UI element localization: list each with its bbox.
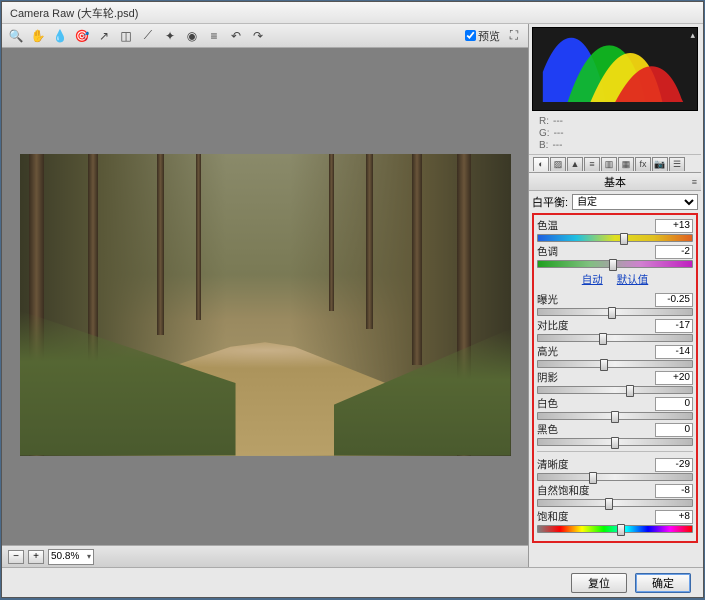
reset-button[interactable]: 复位 [571,573,627,593]
whites-input[interactable] [655,397,693,411]
saturation-label: 饱和度 [537,509,569,524]
highlights-thumb[interactable] [600,359,608,371]
exposure-label: 曝光 [537,292,558,307]
tab-basic[interactable]: ◐ [533,157,549,171]
window-title: Camera Raw (大车轮.psd) [10,5,138,21]
vibrance-thumb[interactable] [605,498,613,510]
highlights-label: 高光 [537,344,558,359]
zoom-out-button[interactable]: − [8,550,24,564]
zoom-bar: − + 50.8% [2,545,528,567]
preview-label: 预览 [478,28,500,44]
wb-label: 白平衡: [532,194,568,210]
panel-menu-icon[interactable]: ≡ [692,177,697,187]
color-sampler-icon[interactable]: 🎯 [74,28,90,44]
tint-label: 色调 [537,244,558,259]
tab-curve[interactable]: ▨ [550,157,566,171]
tab-hsl[interactable]: ≡ [584,157,600,171]
blacks-thumb[interactable] [611,437,619,449]
spot-removal-icon[interactable]: ✦ [162,28,178,44]
whites-slider[interactable] [537,412,693,420]
shadows-input[interactable] [655,371,693,385]
wb-select[interactable]: 自定 [572,194,698,210]
preview-checkbox-input[interactable] [465,30,476,41]
exposure-slider[interactable] [537,308,693,316]
clarity-label: 清晰度 [537,457,569,472]
exposure-thumb[interactable] [608,307,616,319]
tint-thumb[interactable] [609,259,617,271]
shadows-thumb[interactable] [626,385,634,397]
contrast-thumb[interactable] [599,333,607,345]
tab-lens[interactable]: ▦ [618,157,634,171]
zoom-select[interactable]: 50.8% [48,549,94,565]
blacks-label: 黑色 [537,422,558,437]
temperature-label: 色温 [537,218,558,233]
contrast-label: 对比度 [537,318,569,333]
vibrance-slider[interactable] [537,499,693,507]
rgb-readout: R:--- G:--- B:--- [529,114,701,155]
blacks-slider[interactable] [537,438,693,446]
panel-title: 基本 ≡ [529,173,701,191]
ok-button[interactable]: 确定 [635,573,691,593]
auto-link[interactable]: 自动 [582,272,603,287]
crop-tool-icon[interactable]: ◫ [118,28,134,44]
redeye-tool-icon[interactable]: ◉ [184,28,200,44]
highlights-slider[interactable] [537,360,693,368]
shadows-slider[interactable] [537,386,693,394]
zoom-in-button[interactable]: + [28,550,44,564]
tab-camera[interactable]: 📷 [652,157,668,171]
panel-tabs: ◐ ▨ ▲ ≡ ▥ ▦ fx 📷 ☰ [529,155,701,173]
exposure-input[interactable] [655,293,693,307]
tab-fx[interactable]: fx [635,157,651,171]
tab-presets[interactable]: ☰ [669,157,685,171]
canvas-area [2,48,528,545]
highlights-input[interactable] [655,345,693,359]
blacks-input[interactable] [655,423,693,437]
prefs-icon[interactable]: ≡ [206,28,222,44]
contrast-slider[interactable] [537,334,693,342]
saturation-input[interactable] [655,510,693,524]
vibrance-label: 自然饱和度 [537,483,590,498]
preview-image[interactable] [20,154,511,456]
temperature-slider[interactable] [537,234,693,242]
temperature-thumb[interactable] [620,233,628,245]
fullscreen-icon[interactable]: ⛶ [506,28,522,44]
straighten-tool-icon[interactable]: ⟋ [140,28,156,44]
saturation-thumb[interactable] [617,524,625,536]
footer: 复位 确定 [2,567,703,597]
titlebar: Camera Raw (大车轮.psd) [2,2,703,24]
preview-checkbox[interactable]: 预览 [465,28,500,44]
whites-thumb[interactable] [611,411,619,423]
white-balance-tool-icon[interactable]: 💧 [52,28,68,44]
saturation-slider[interactable] [537,525,693,533]
zoom-tool-icon[interactable]: 🔍 [8,28,24,44]
rotate-cw-icon[interactable]: ↷ [250,28,266,44]
clarity-slider[interactable] [537,473,693,481]
whites-label: 白色 [537,396,558,411]
target-adjust-icon[interactable]: ↗ [96,28,112,44]
temperature-input[interactable] [655,219,693,233]
vibrance-input[interactable] [655,484,693,498]
tint-input[interactable] [655,245,693,259]
histogram[interactable]: ▴ [532,27,698,111]
annotation-box: 色温 色调 自动 默认值 曝光 [532,213,698,543]
clarity-input[interactable] [655,458,693,472]
tab-detail[interactable]: ▲ [567,157,583,171]
histogram-collapse-icon[interactable]: ▴ [690,30,695,41]
toolbar: 🔍 ✋ 💧 🎯 ↗ ◫ ⟋ ✦ ◉ ≡ ↶ ↷ 预览 ⛶ [2,24,528,48]
clarity-thumb[interactable] [589,472,597,484]
contrast-input[interactable] [655,319,693,333]
rotate-ccw-icon[interactable]: ↶ [228,28,244,44]
shadows-label: 阴影 [537,370,558,385]
hand-tool-icon[interactable]: ✋ [30,28,46,44]
default-link[interactable]: 默认值 [617,272,649,287]
tab-split[interactable]: ▥ [601,157,617,171]
tint-slider[interactable] [537,260,693,268]
